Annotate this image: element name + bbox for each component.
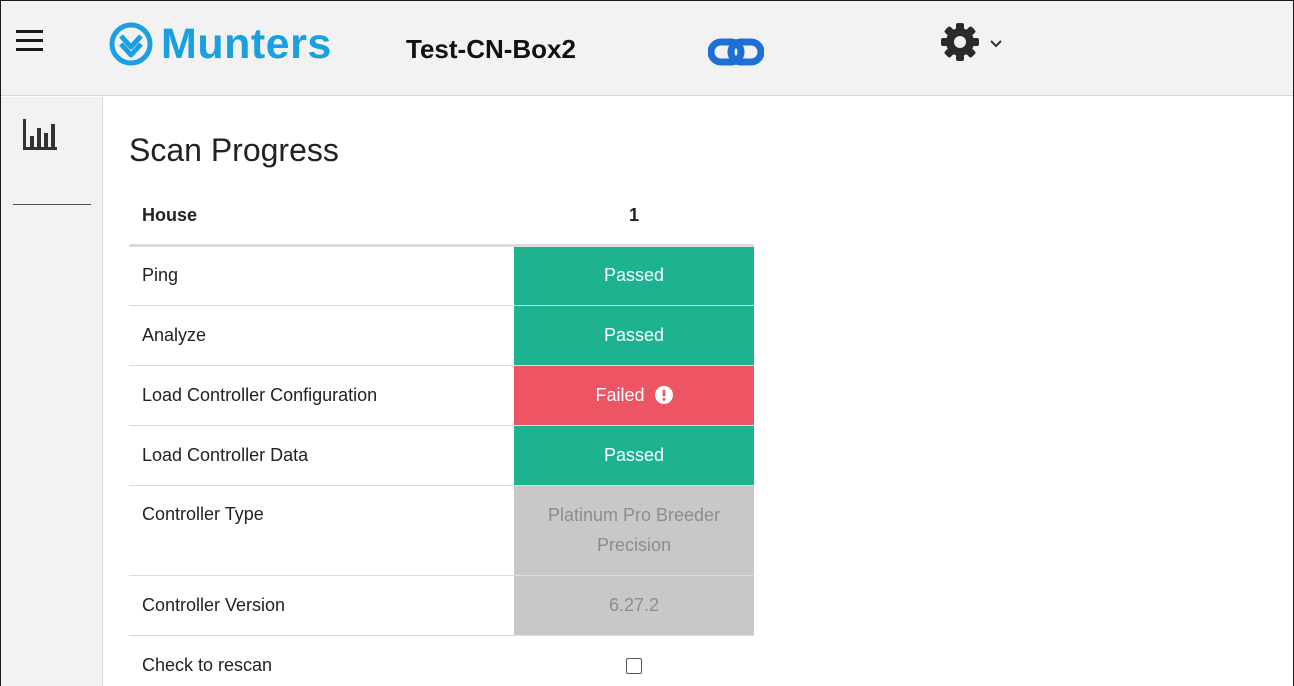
munters-logo-icon — [109, 22, 153, 66]
status-text: Failed — [595, 384, 645, 405]
hamburger-menu-icon[interactable] — [16, 30, 43, 52]
status-badge-failed[interactable]: Failed — [514, 365, 754, 426]
row-label: Analyze — [129, 305, 514, 366]
house-label: House — [129, 187, 514, 247]
sidebar — [1, 97, 103, 686]
controller-type-value: Platinum Pro Breeder Precision — [514, 485, 754, 576]
row-label: Ping — [129, 245, 514, 306]
alert-icon[interactable] — [654, 386, 673, 404]
brand-logo[interactable]: Munters — [109, 19, 332, 69]
status-badge: Passed — [514, 305, 754, 366]
table-row-controller-version: Controller Version 6.27.2 — [129, 575, 754, 636]
status-badge: Passed — [514, 245, 754, 306]
row-label: Load Controller Configuration — [129, 365, 514, 426]
gear-icon — [941, 23, 979, 61]
rescan-cell — [514, 635, 754, 686]
rescan-checkbox[interactable] — [626, 657, 642, 674]
table-row-controller-type: Controller Type Platinum Pro Breeder Pre… — [129, 485, 754, 576]
table-row-rescan: Check to rescan — [129, 635, 754, 686]
scan-progress-table: House 1 Ping Passed Analyze Passed Load … — [129, 187, 754, 686]
house-number: 1 — [514, 187, 754, 247]
table-row-analyze: Analyze Passed — [129, 305, 754, 366]
app-frame: Munters Test-CN-Box2 Scan Progress House… — [0, 0, 1294, 686]
sidebar-divider — [13, 204, 91, 205]
link-icon[interactable] — [708, 37, 764, 67]
row-label: Check to rescan — [129, 635, 514, 686]
row-label: Controller Version — [129, 575, 514, 636]
controller-type-text: Platinum Pro Breeder Precision — [547, 505, 721, 555]
brand-name: Munters — [161, 19, 332, 68]
controller-version-value: 6.27.2 — [514, 575, 754, 636]
status-badge: Passed — [514, 425, 754, 486]
top-bar: Munters Test-CN-Box2 — [1, 1, 1293, 96]
chevron-down-icon — [990, 40, 1002, 48]
table-header-row: House 1 — [129, 187, 754, 247]
page-title: Scan Progress — [129, 132, 339, 168]
settings-menu[interactable] — [939, 21, 1003, 63]
table-row-ping: Ping Passed — [129, 245, 754, 306]
bar-chart-icon[interactable] — [23, 119, 57, 151]
device-name: Test-CN-Box2 — [406, 34, 576, 64]
row-label: Controller Type — [129, 485, 514, 576]
table-row-load-data: Load Controller Data Passed — [129, 425, 754, 486]
row-label: Load Controller Data — [129, 425, 514, 486]
table-row-load-config: Load Controller Configuration Failed — [129, 365, 754, 426]
